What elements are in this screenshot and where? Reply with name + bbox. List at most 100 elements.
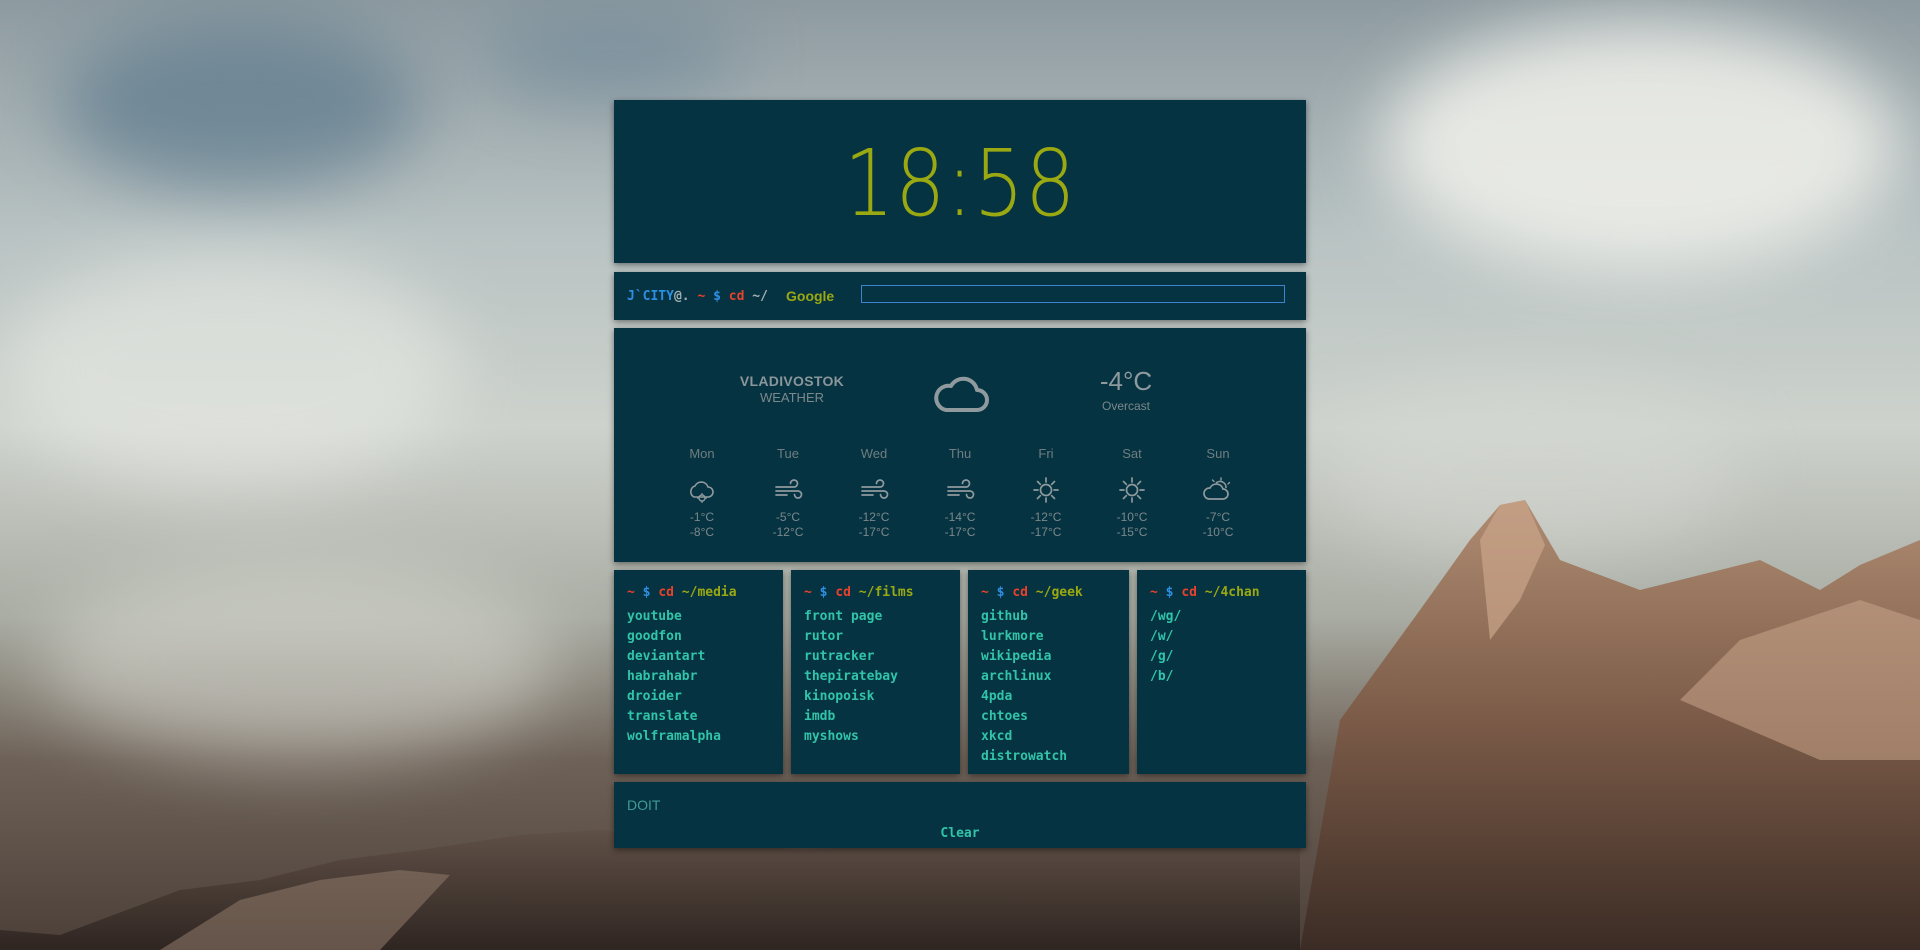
search-panel: J`CITY@. ~ $ cd ~/ Google <box>614 272 1306 320</box>
list-item: rutor <box>804 625 898 645</box>
forecast-low: -12°C <box>772 525 804 539</box>
link-chtoes[interactable]: chtoes <box>981 709 1028 724</box>
link-myshows[interactable]: myshows <box>804 729 859 744</box>
list-item: /b/ <box>1150 665 1181 685</box>
list-item: translate <box>627 705 721 725</box>
forecast-day-name: Sun <box>1206 446 1230 461</box>
list-item: chtoes <box>981 705 1067 725</box>
link-thepiratebay[interactable]: thepiratebay <box>804 669 898 684</box>
forecast-high: -12°C <box>1030 510 1062 524</box>
clock-panel: 18:58 <box>614 100 1306 263</box>
links-list: youtube goodfon deviantart habrahabr dro… <box>627 605 721 745</box>
forecast-low: -17°C <box>858 525 890 539</box>
prompt-dollar: $ <box>713 289 721 304</box>
forecast-low: -8°C <box>689 525 715 539</box>
links-header: ~ $ cd ~/films <box>804 585 914 600</box>
link-lurkmore[interactable]: lurkmore <box>981 629 1044 644</box>
forecast-high: -5°C <box>775 510 801 524</box>
prompt-cmd: cd <box>658 585 674 600</box>
link-g[interactable]: /g/ <box>1150 649 1173 664</box>
weather-city: VLADIVOSTOK <box>739 373 845 389</box>
forecast-day-name: Sat <box>1122 446 1142 461</box>
list-item: github <box>981 605 1067 625</box>
link-deviantart[interactable]: deviantart <box>627 649 705 664</box>
forecast-day: Sun -7°C -10°C <box>1178 446 1258 540</box>
list-item: imdb <box>804 705 898 725</box>
forecast-day: Wed -12°C -17°C <box>834 446 914 540</box>
list-item: wolframalpha <box>627 725 721 745</box>
forecast-high: -7°C <box>1205 510 1231 524</box>
list-item: myshows <box>804 725 898 745</box>
prompt-line: J`CITY@. ~ $ cd ~/ <box>627 289 768 304</box>
prompt-cmd: cd <box>1181 585 1197 600</box>
link-rutor[interactable]: rutor <box>804 629 843 644</box>
forecast-high: -14°C <box>944 510 976 524</box>
links-path: ~/geek <box>1035 585 1083 600</box>
link-front-page[interactable]: front page <box>804 609 882 624</box>
link-wikipedia[interactable]: wikipedia <box>981 649 1051 664</box>
links-geek-panel: ~ $ cd ~/geek github lurkmore wikipedia … <box>968 570 1129 774</box>
list-item: habrahabr <box>627 665 721 685</box>
search-input[interactable] <box>861 285 1285 303</box>
prompt-tilde: ~ <box>981 585 989 600</box>
list-item: distrowatch <box>981 745 1067 765</box>
list-item: thepiratebay <box>804 665 898 685</box>
link-archlinux[interactable]: archlinux <box>981 669 1051 684</box>
forecast-day-name: Fri <box>1038 446 1054 461</box>
todo-panel: Clear <box>614 782 1306 848</box>
list-item: deviantart <box>627 645 721 665</box>
forecast-high: -12°C <box>858 510 890 524</box>
todo-input[interactable] <box>627 794 1287 816</box>
forecast-day-name: Wed <box>860 446 888 461</box>
sun-icon <box>1006 470 1086 510</box>
links-list: front page rutor rutracker thepiratebay … <box>804 605 898 745</box>
list-item: 4pda <box>981 685 1067 705</box>
links-media-panel: ~ $ cd ~/media youtube goodfon deviantar… <box>614 570 783 774</box>
prompt-dollar: $ <box>996 585 1005 600</box>
link-goodfon[interactable]: goodfon <box>627 629 682 644</box>
prompt-dollar: $ <box>1165 585 1174 600</box>
partly-cloudy-icon <box>1178 470 1258 510</box>
prompt-cmd: cd <box>728 289 745 304</box>
forecast-day: Sat -10°C -15°C <box>1092 446 1172 540</box>
wind-icon <box>920 470 1000 510</box>
link-b[interactable]: /b/ <box>1150 669 1173 684</box>
link-kinopoisk[interactable]: kinopoisk <box>804 689 874 704</box>
link-wolframalpha[interactable]: wolframalpha <box>627 729 721 744</box>
sun-icon <box>1092 470 1172 510</box>
links-list: /wg/ /w/ /g/ /b/ <box>1150 605 1181 685</box>
prompt-tilde: ~ <box>1150 585 1158 600</box>
clock-time: 18:58 <box>843 130 1077 237</box>
wind-icon <box>748 470 828 510</box>
link-habrahabr[interactable]: habrahabr <box>627 669 697 684</box>
link-wg[interactable]: /wg/ <box>1150 609 1181 624</box>
link-github[interactable]: github <box>981 609 1028 624</box>
list-item: /wg/ <box>1150 605 1181 625</box>
forecast-day: Thu -14°C -17°C <box>920 446 1000 540</box>
prompt-tilde: ~ <box>697 289 706 304</box>
forecast-day-name: Tue <box>777 446 799 461</box>
link-droider[interactable]: droider <box>627 689 682 704</box>
clear-button[interactable]: Clear <box>614 826 1306 841</box>
link-w[interactable]: /w/ <box>1150 629 1173 644</box>
list-item: wikipedia <box>981 645 1067 665</box>
forecast-day: Mon -1°C -8°C <box>662 446 742 540</box>
link-distrowatch[interactable]: distrowatch <box>981 749 1067 764</box>
forecast-high: -1°C <box>689 510 715 524</box>
links-path: ~/4chan <box>1204 585 1260 600</box>
forecast-day-name: Mon <box>689 446 715 461</box>
weather-location: VLADIVOSTOK WEATHER <box>710 373 874 405</box>
link-translate[interactable]: translate <box>627 709 697 724</box>
link-youtube[interactable]: youtube <box>627 609 682 624</box>
link-4pda[interactable]: 4pda <box>981 689 1012 704</box>
list-item: rutracker <box>804 645 898 665</box>
list-item: /w/ <box>1150 625 1181 645</box>
forecast-high: -10°C <box>1116 510 1148 524</box>
list-item: lurkmore <box>981 625 1067 645</box>
link-xkcd[interactable]: xkcd <box>981 729 1012 744</box>
link-rutracker[interactable]: rutracker <box>804 649 874 664</box>
links-header: ~ $ cd ~/geek <box>981 585 1083 600</box>
link-imdb[interactable]: imdb <box>804 709 835 724</box>
list-item: front page <box>804 605 898 625</box>
current-condition: Overcast <box>1101 399 1150 413</box>
